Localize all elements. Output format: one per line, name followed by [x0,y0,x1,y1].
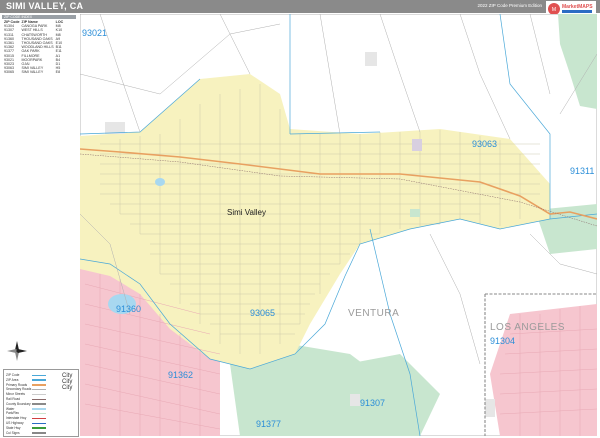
legend-item-label: ZIP Area [6,377,19,382]
legend-swatch [32,427,46,429]
legend-item-label: County Boundary [6,401,31,406]
zip-index-table: ZIP Code ZIP Name LOC 91304 CANOGA PARK M8 913… [4,20,65,75]
edition-label: 2022 ZIP Code Premium Edition [477,3,542,8]
legend-swatch [32,417,46,420]
legend-swatch [32,379,46,381]
legend-item-label: Rail Road [6,397,20,401]
zip-table-cell: SIMI VALLEY [21,70,44,75]
legend-item-label: Water [6,406,15,411]
legend-city-label: City [62,385,73,391]
legend-item-label: State Hwy [6,425,21,430]
zip-index-header: ZIP CODE INDEX [2,15,76,19]
zip-table-cell: E8 [55,70,61,75]
legend-item-label: US Highway [6,421,24,425]
zip-label-93021: 93021 [82,28,107,38]
zip-label-93065: 93065 [250,308,275,318]
legend-item-label: Cul Signs [6,430,20,435]
legend-swatch [32,393,46,396]
zip-label-91311: 91311 [570,166,594,176]
map-page: SIMI VALLEY, CA 2022 ZIP Code Premium Ed… [0,0,600,438]
map-legend: ZIP Code ZIP Area Primary Roads Secondary R… [3,369,79,437]
legend-swatch [32,398,46,400]
legend-item-label: Secondary Roads [6,387,32,392]
zip-label-91362: 91362 [168,370,193,380]
zip-table-row: 93065 SIMI VALLEY E8 [4,70,65,74]
svg-text:M: M [552,7,556,13]
legend-item-label: Primary Roads [6,382,28,387]
legend-swatch [32,432,46,434]
legend-swatch [32,412,46,415]
zip-table-row: 91377 OAK PARK E11 [4,49,65,53]
zip-label-91360: 91360 [116,304,141,314]
title-bar: SIMI VALLEY, CA 2022 ZIP Code Premium Ed… [0,0,600,13]
legend-swatch [32,388,46,391]
compass-rose-icon [7,341,27,361]
legend-item-label: Park/Rec [6,411,20,416]
zip-table-cell: 93065 [4,70,14,75]
zip-label-91377: 91377 [256,419,281,429]
city-label: Simi Valley [227,208,266,217]
zip-label-91307: 91307 [360,398,385,408]
legend-swatch [32,403,46,405]
zip-table-row: 91307 WEST HILLS K10 [4,28,65,32]
map-canvas: 93021 93063 91311 91360 93065 91304 9136… [80,14,597,436]
water-lake [155,178,165,186]
legend-swatch [32,374,46,376]
zip-label-91304: 91304 [490,336,515,346]
county-label-los-angeles: LOS ANGELES [490,322,565,333]
logo-text: MarketMAPS [562,4,593,10]
county-label-ventura: VENTURA [348,308,399,319]
legend-swatch [32,384,46,386]
legend-swatch [32,422,46,424]
zip-label-93063: 93063 [472,139,497,149]
legend-item-label: ZIP Code [6,373,20,377]
legend-swatch [32,408,46,410]
legend-item-label: Minor Streets [6,392,25,397]
map-title: SIMI VALLEY, CA [6,1,84,11]
legend-item-label: Interstate Hwy [6,416,27,421]
